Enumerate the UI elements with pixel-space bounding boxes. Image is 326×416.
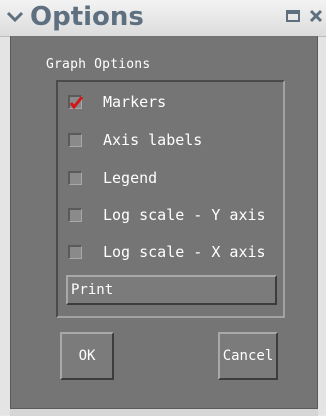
log-scale-x-label: Log scale - X axis [103, 243, 266, 261]
axis-labels-label: Axis labels [103, 131, 203, 149]
chevron-down-icon[interactable] [6, 8, 24, 26]
log-scale-x-checkbox[interactable] [68, 245, 82, 259]
log-scale-y-option[interactable]: Log scale - Y axis [68, 203, 266, 227]
legend-checkbox[interactable] [68, 171, 82, 185]
group-label: Graph Options [46, 57, 151, 72]
check-mark-icon [69, 96, 83, 109]
options-window: Options Graph Options Markers Axis label… [0, 0, 326, 416]
title-bar[interactable]: Options [0, 0, 326, 37]
markers-option[interactable]: Markers [68, 90, 166, 114]
cancel-button[interactable]: Cancel [218, 332, 278, 380]
window-title: Options [30, 2, 144, 32]
markers-checkbox[interactable] [68, 95, 83, 109]
close-icon[interactable] [309, 9, 323, 23]
axis-labels-checkbox[interactable] [68, 133, 82, 147]
legend-label: Legend [103, 169, 158, 187]
ok-button[interactable]: OK [60, 332, 114, 380]
log-scale-y-label: Log scale - Y axis [103, 206, 266, 224]
log-scale-x-option[interactable]: Log scale - X axis [68, 240, 266, 264]
log-scale-y-checkbox[interactable] [68, 208, 82, 222]
restore-icon[interactable] [286, 9, 300, 23]
print-button[interactable]: Print [66, 275, 277, 305]
markers-label: Markers [103, 93, 167, 111]
axis-labels-option[interactable]: Axis labels [68, 128, 202, 152]
legend-option[interactable]: Legend [68, 166, 157, 190]
